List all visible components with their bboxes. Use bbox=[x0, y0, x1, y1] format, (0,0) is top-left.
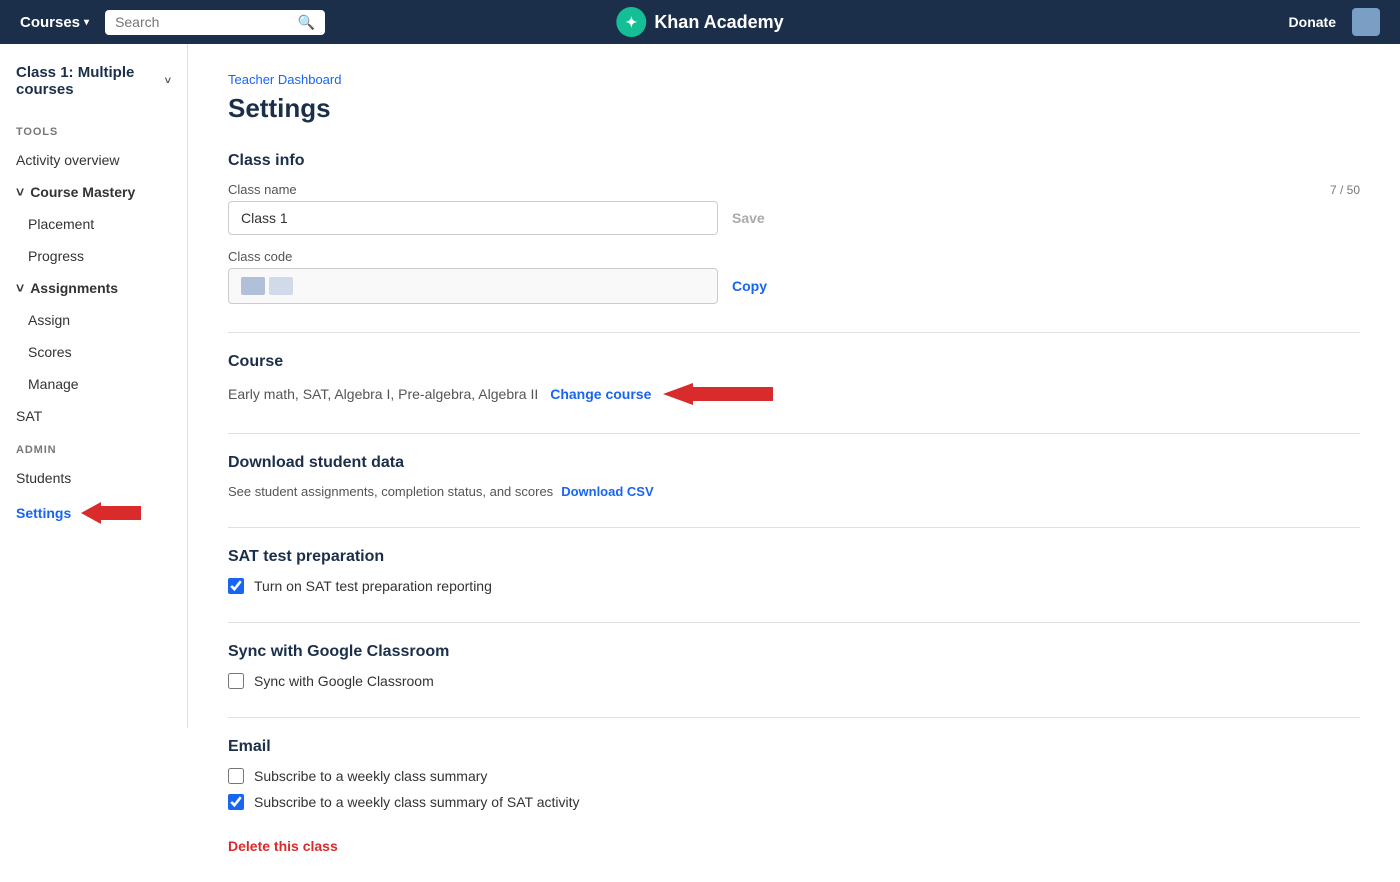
user-avatar[interactable] bbox=[1352, 8, 1380, 36]
course-mastery-label: Course Mastery bbox=[30, 184, 135, 200]
class-chevron-icon: ˅ bbox=[165, 75, 171, 87]
class-name-text: Class 1: Multiple courses bbox=[16, 64, 161, 98]
sync-section: Sync with Google Classroom Sync with Goo… bbox=[228, 643, 1360, 689]
sidebar-item-students[interactable]: Students bbox=[0, 462, 187, 494]
sync-checkbox-label: Sync with Google Classroom bbox=[254, 673, 434, 689]
divider-1 bbox=[228, 332, 1360, 333]
course-row: Early math, SAT, Algebra I, Pre-algebra,… bbox=[228, 383, 1360, 405]
delete-class-button[interactable]: Delete this class bbox=[228, 838, 338, 854]
sidebar-item-placement[interactable]: Placement bbox=[0, 208, 187, 240]
course-mastery-chevron-icon: ˅ bbox=[16, 184, 24, 200]
sync-section-title: Sync with Google Classroom bbox=[228, 643, 1360, 661]
sidebar: Class 1: Multiple courses ˅ TOOLS Activi… bbox=[0, 44, 188, 728]
courses-chevron-icon: ▾ bbox=[84, 17, 89, 28]
sat-summary-label: Subscribe to a weekly class summary of S… bbox=[254, 794, 579, 810]
sidebar-item-assign[interactable]: Assign bbox=[0, 304, 187, 336]
class-info-section: Class info Class name 7 / 50 Save Class … bbox=[228, 152, 1360, 304]
sidebar-item-course-mastery[interactable]: ˅ Course Mastery bbox=[0, 176, 187, 208]
logo-text: Khan Academy bbox=[654, 12, 783, 33]
weekly-summary-checkbox-row: Subscribe to a weekly class summary bbox=[228, 768, 1360, 784]
sidebar-item-manage[interactable]: Manage bbox=[0, 368, 187, 400]
sidebar-item-progress[interactable]: Progress bbox=[0, 240, 187, 272]
class-code-display bbox=[228, 268, 718, 304]
sidebar-item-scores[interactable]: Scores bbox=[0, 336, 187, 368]
ka-logo-icon: ✦ bbox=[616, 7, 646, 37]
divider-5 bbox=[228, 717, 1360, 718]
download-description-text: See student assignments, completion stat… bbox=[228, 484, 553, 499]
download-description: See student assignments, completion stat… bbox=[228, 484, 1360, 499]
class-name-field-label: Class name 7 / 50 bbox=[228, 182, 1360, 197]
placement-label: Placement bbox=[28, 216, 94, 232]
code-block-2 bbox=[269, 277, 293, 295]
char-count: 7 / 50 bbox=[1330, 183, 1360, 197]
divider-2 bbox=[228, 433, 1360, 434]
donate-button[interactable]: Donate bbox=[1289, 14, 1336, 30]
class-code-field-label: Class code bbox=[228, 249, 1360, 264]
weekly-summary-label: Subscribe to a weekly class summary bbox=[254, 768, 487, 784]
assign-label: Assign bbox=[28, 312, 70, 328]
sat-section: SAT test preparation Turn on SAT test pr… bbox=[228, 548, 1360, 594]
download-section: Download student data See student assign… bbox=[228, 454, 1360, 499]
change-course-arrow-annotation bbox=[663, 383, 773, 405]
sidebar-item-settings[interactable]: Settings bbox=[0, 494, 187, 532]
download-section-title: Download student data bbox=[228, 454, 1360, 472]
sat-checkbox-row: Turn on SAT test preparation reporting bbox=[228, 578, 1360, 594]
sync-checkbox[interactable] bbox=[228, 673, 244, 689]
class-info-title: Class info bbox=[228, 152, 1360, 170]
page-title: Settings bbox=[228, 93, 1360, 124]
sat-label: SAT bbox=[16, 408, 42, 424]
scores-label: Scores bbox=[28, 344, 72, 360]
class-name-input-row: Save bbox=[228, 201, 1360, 235]
sat-checkbox-label: Turn on SAT test preparation reporting bbox=[254, 578, 492, 594]
assignments-chevron-icon: ˅ bbox=[16, 280, 24, 296]
course-section-title: Course bbox=[228, 353, 1360, 371]
code-block-1 bbox=[241, 277, 265, 295]
topnav-right: Donate bbox=[1289, 8, 1380, 36]
courses-text: Early math, SAT, Algebra I, Pre-algebra,… bbox=[228, 386, 538, 402]
breadcrumb[interactable]: Teacher Dashboard bbox=[228, 72, 1360, 87]
main-content: Teacher Dashboard Settings Class info Cl… bbox=[188, 44, 1400, 882]
search-box[interactable]: 🔍 bbox=[105, 10, 325, 35]
settings-label: Settings bbox=[16, 505, 71, 521]
sat-section-title: SAT test preparation bbox=[228, 548, 1360, 566]
courses-menu[interactable]: Courses ▾ bbox=[20, 14, 89, 31]
sync-checkbox-row: Sync with Google Classroom bbox=[228, 673, 1360, 689]
change-course-link[interactable]: Change course bbox=[550, 386, 651, 402]
class-name-header[interactable]: Class 1: Multiple courses ˅ bbox=[0, 64, 187, 114]
top-navigation: Courses ▾ 🔍 ✦ Khan Academy Donate bbox=[0, 0, 1400, 44]
admin-section-label: ADMIN bbox=[0, 432, 187, 462]
progress-label: Progress bbox=[28, 248, 84, 264]
class-code-input-row: Copy bbox=[228, 268, 1360, 304]
download-csv-link[interactable]: Download CSV bbox=[561, 484, 653, 499]
save-button[interactable]: Save bbox=[728, 202, 769, 234]
search-icon: 🔍 bbox=[298, 14, 315, 31]
courses-label: Courses bbox=[20, 14, 80, 31]
search-input[interactable] bbox=[115, 14, 290, 30]
divider-4 bbox=[228, 622, 1360, 623]
students-label: Students bbox=[16, 470, 71, 486]
tools-section-label: TOOLS bbox=[0, 114, 187, 144]
assignments-label: Assignments bbox=[30, 280, 118, 296]
weekly-summary-checkbox[interactable] bbox=[228, 768, 244, 784]
sat-summary-checkbox-row: Subscribe to a weekly class summary of S… bbox=[228, 794, 1360, 810]
manage-label: Manage bbox=[28, 376, 79, 392]
course-section: Course Early math, SAT, Algebra I, Pre-a… bbox=[228, 353, 1360, 405]
delete-section: Delete this class bbox=[228, 838, 1360, 854]
page-layout: Class 1: Multiple courses ˅ TOOLS Activi… bbox=[0, 44, 1400, 882]
sat-checkbox[interactable] bbox=[228, 578, 244, 594]
sidebar-item-activity-overview[interactable]: Activity overview bbox=[0, 144, 187, 176]
settings-arrow-annotation bbox=[81, 502, 141, 524]
class-name-label-text: Class name bbox=[228, 182, 297, 197]
sidebar-item-sat[interactable]: SAT bbox=[0, 400, 187, 432]
email-section-title: Email bbox=[228, 738, 1360, 756]
activity-overview-label: Activity overview bbox=[16, 152, 119, 168]
email-section: Email Subscribe to a weekly class summar… bbox=[228, 738, 1360, 810]
site-logo: ✦ Khan Academy bbox=[616, 7, 783, 37]
sat-summary-checkbox[interactable] bbox=[228, 794, 244, 810]
class-code-label-text: Class code bbox=[228, 249, 292, 264]
divider-3 bbox=[228, 527, 1360, 528]
class-name-input[interactable] bbox=[228, 201, 718, 235]
copy-button[interactable]: Copy bbox=[728, 270, 771, 302]
sidebar-item-assignments[interactable]: ˅ Assignments bbox=[0, 272, 187, 304]
